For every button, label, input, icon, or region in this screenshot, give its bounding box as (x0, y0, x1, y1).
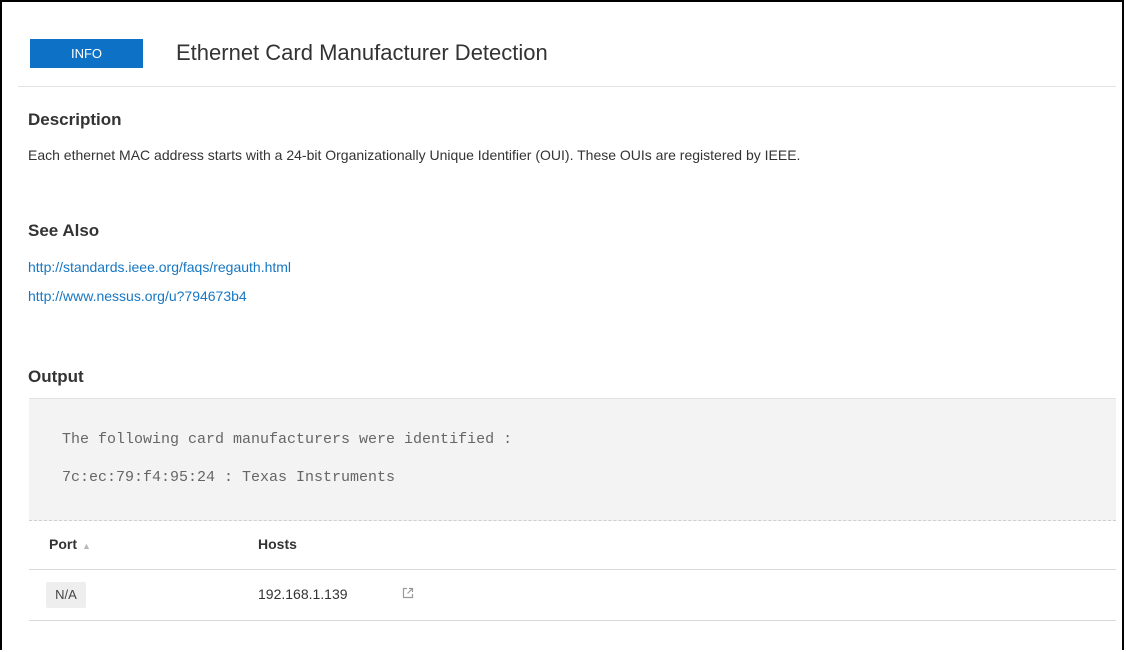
sort-up-icon[interactable]: ▲ (82, 541, 91, 551)
plugin-header: INFO Ethernet Card Manufacturer Detectio… (18, 2, 1116, 87)
plugin-title: Ethernet Card Manufacturer Detection (176, 40, 548, 65)
column-header-label: Port (49, 536, 77, 552)
output-line: 7c:ec:79:f4:95:24 : Texas Instruments (62, 469, 396, 486)
description-text: Each ethernet MAC address starts with a … (28, 147, 801, 163)
host-ip: 192.168.1.139 (258, 586, 348, 602)
severity-badge: INFO (30, 39, 143, 68)
plugin-detail-window: INFO Ethernet Card Manufacturer Detectio… (0, 0, 1124, 650)
output-block: The following card manufacturers were id… (29, 398, 1116, 521)
column-header-hosts[interactable]: Hosts (258, 536, 297, 552)
see-also-link-ieee[interactable]: http://standards.ieee.org/faqs/regauth.h… (28, 259, 291, 275)
port-badge: N/A (46, 582, 86, 608)
external-link-icon[interactable] (401, 586, 415, 600)
table-row: N/A 192.168.1.139 (29, 570, 1116, 621)
description-heading: Description (28, 110, 122, 129)
output-heading: Output (28, 367, 84, 386)
table-header: Port ▲ Hosts (29, 520, 1116, 570)
plugin-detail-panel: INFO Ethernet Card Manufacturer Detectio… (18, 2, 1116, 650)
see-also-link-nessus[interactable]: http://www.nessus.org/u?794673b4 (28, 288, 247, 304)
column-header-port[interactable]: Port ▲ (49, 536, 91, 552)
see-also-heading: See Also (28, 221, 100, 240)
output-line: The following card manufacturers were id… (62, 431, 513, 448)
